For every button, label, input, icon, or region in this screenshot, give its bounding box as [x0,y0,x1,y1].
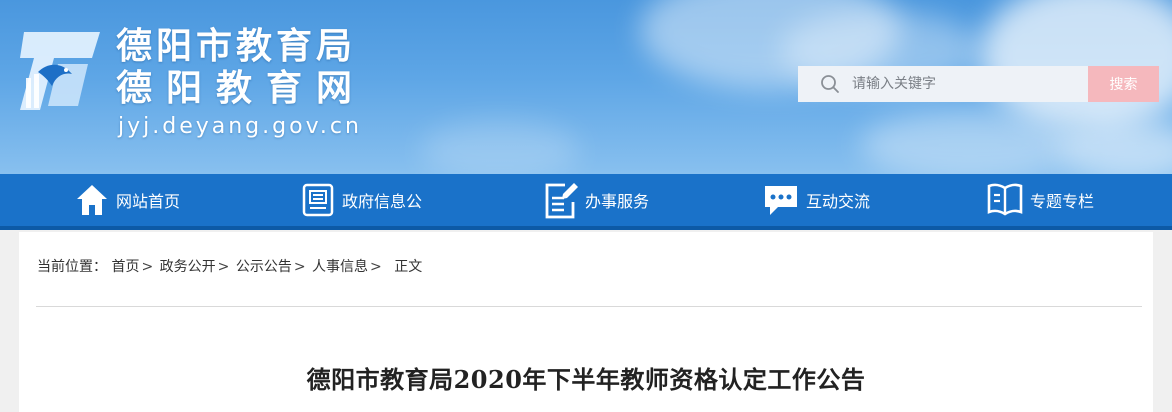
breadcrumb-announcements[interactable]: 公示公告 [236,259,292,275]
breadcrumb: 当前位置： 首页 > 政务公开 > 公示公告 > 人事信息 > 正文 [37,256,422,276]
cloud-decoration [860,110,1080,174]
breadcrumb-gov-affairs[interactable]: 政务公开 [160,259,216,275]
nav-item-label: 专题专栏 [1030,192,1095,211]
site-title: 德阳市教育局 德阳教育网 [116,26,366,110]
bird-logo-icon[interactable] [18,28,104,114]
search-box [798,66,1088,102]
nav-item-label: 办事服务 [585,192,650,211]
main-nav: 网站首页 政府信息公 办事服务 互动交流 专题专栏 [0,174,1172,230]
cloud-decoration [420,120,580,174]
breadcrumb-current: 正文 [394,259,423,275]
nav-item-label: 互动交流 [806,192,871,211]
nav-item-interaction[interactable]: 互动交流 [762,174,870,226]
article-title: 德阳市教育局2020年下半年教师资格认定工作公告 [306,365,866,394]
chat-bubble-icon [765,186,797,215]
book-icon [987,183,1023,216]
breadcrumb-home[interactable]: 首页 [111,259,139,275]
document-list-icon [302,183,334,217]
nav-item-label: 政府信息公 [342,192,423,211]
breadcrumb-separator: > [141,259,154,275]
nav-item-special[interactable]: 专题专栏 [986,174,1094,226]
site-title-line1: 德阳市教育局 [116,26,357,67]
site-domain: jyj.deyang.gov.cn [118,114,362,139]
cloud-decoration [980,0,1172,130]
search-input[interactable] [850,68,1084,100]
site-title-line2: 德阳教育网 [116,68,367,109]
breadcrumb-separator: > [370,259,382,275]
nav-item-label: 网站首页 [116,192,181,211]
nav-item-gov-info[interactable]: 政府信息公 [300,174,422,226]
breadcrumb-prefix: 当前位置： [37,259,107,275]
site-header: 德阳市教育局 德阳教育网 jyj.deyang.gov.cn 搜索 [0,0,1172,174]
breadcrumb-separator: > [217,259,230,275]
nav-item-home[interactable]: 网站首页 [74,174,180,226]
home-icon [77,185,107,215]
content-area: 当前位置： 首页 > 政务公开 > 公示公告 > 人事信息 > 正文 德阳市教育局202… [19,232,1153,412]
nav-item-services[interactable]: 办事服务 [543,174,649,226]
breadcrumb-personnel[interactable]: 人事信息 [312,259,368,275]
edit-form-icon [545,183,578,219]
breadcrumb-separator: > [293,259,306,275]
search-button[interactable]: 搜索 [1088,66,1159,102]
divider [36,306,1142,307]
search-icon[interactable] [820,74,840,94]
